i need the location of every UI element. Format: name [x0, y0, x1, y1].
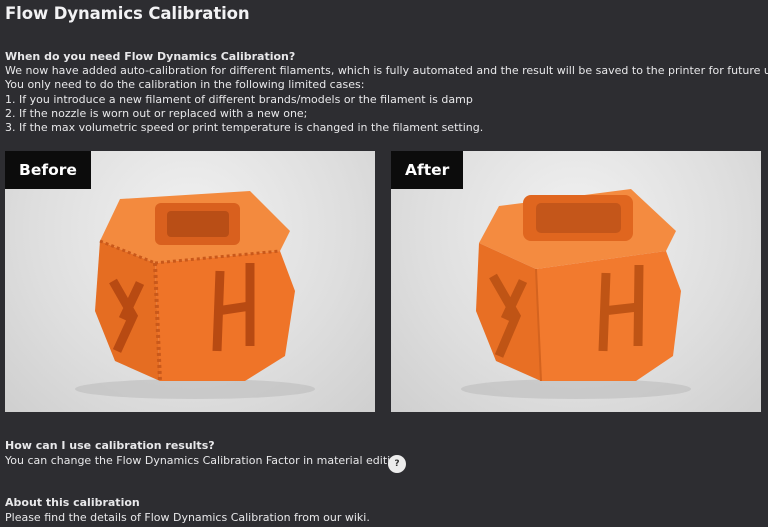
- intro-line: 3. If the max volumetric speed or print …: [5, 121, 484, 135]
- usage-text: You can change the Flow Dynamics Calibra…: [5, 454, 405, 467]
- intro-section: When do you need Flow Dynamics Calibrati…: [5, 50, 768, 135]
- after-image: After: [391, 151, 761, 412]
- page-title: Flow Dynamics Calibration: [5, 4, 250, 23]
- about-heading: About this calibration: [5, 496, 140, 509]
- after-label: After: [391, 151, 464, 189]
- about-text: Please find the details of Flow Dynamics…: [5, 511, 370, 524]
- question-mark-icon[interactable]: ?: [388, 455, 406, 473]
- usage-section: How can I use calibration results? You c…: [5, 438, 404, 468]
- rough-cube-illustration: [75, 191, 315, 399]
- intro-line: We now have added auto-calibration for d…: [5, 64, 768, 78]
- usage-heading: How can I use calibration results?: [5, 439, 215, 452]
- intro-line: 2. If the nozzle is worn out or replaced…: [5, 106, 308, 120]
- about-section: About this calibration Please find the d…: [5, 495, 370, 525]
- before-label: Before: [5, 151, 91, 189]
- before-image: Before: [5, 151, 375, 412]
- intro-line: You only need to do the calibration in t…: [5, 78, 365, 92]
- intro-line: 1. If you introduce a new filament of di…: [5, 92, 473, 106]
- intro-heading: When do you need Flow Dynamics Calibrati…: [5, 50, 296, 63]
- smooth-cube-illustration: [461, 189, 691, 399]
